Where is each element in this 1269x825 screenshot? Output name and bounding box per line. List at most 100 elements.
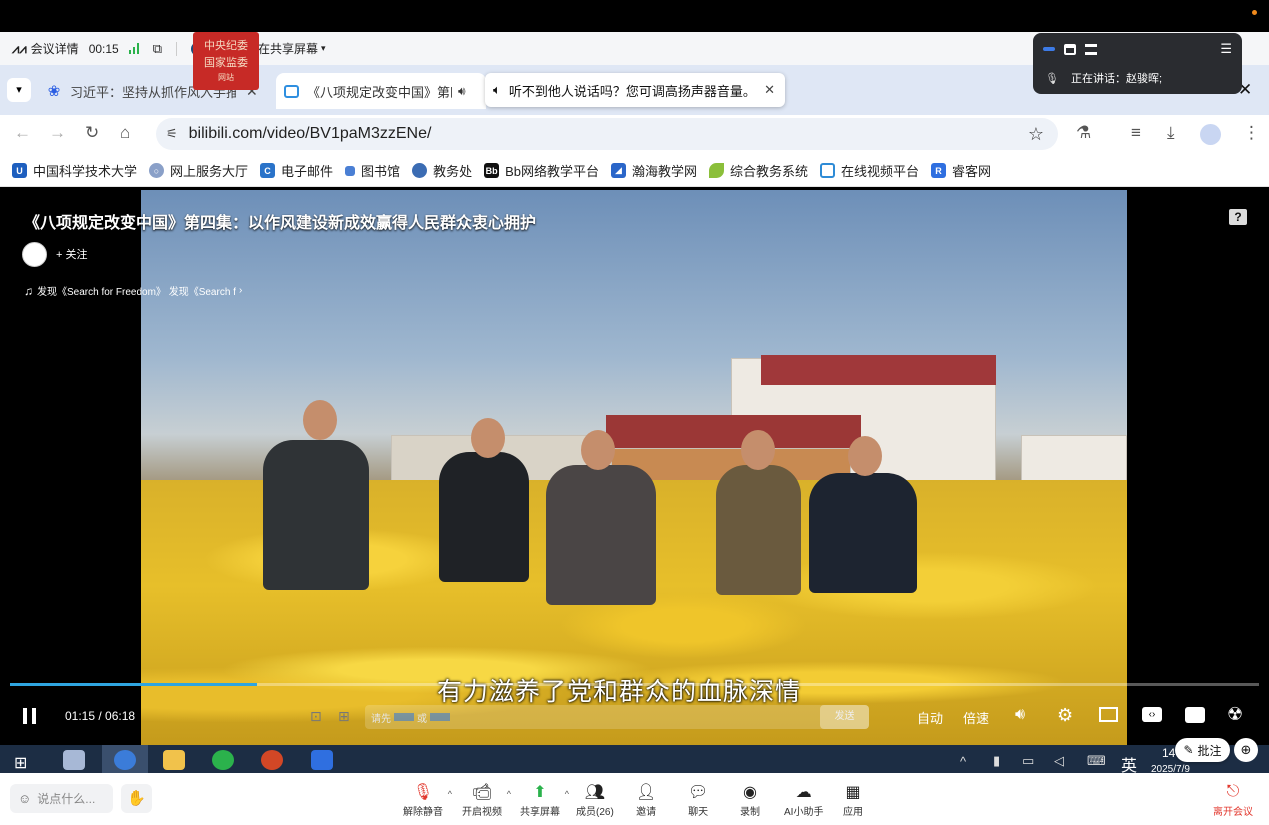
pause-icon[interactable] (23, 708, 27, 724)
email-c-icon: C (260, 163, 276, 178)
bookmark-academic-office[interactable]: 教务处 (412, 161, 472, 180)
web-fullscreen-icon[interactable] (1185, 707, 1205, 723)
bookmark-academic-system[interactable]: 综合教务系统 (709, 161, 808, 180)
bookmark-video-platform[interactable]: 在线视频平台 (820, 161, 919, 180)
person-head (848, 436, 882, 476)
profile-avatar-icon[interactable] (1200, 124, 1221, 145)
powerpoint-app-icon[interactable] (261, 750, 283, 770)
members-button[interactable]: 👥︎ 成员(26) (576, 783, 614, 818)
mic-muted-icon: 🎙︎ (412, 784, 434, 801)
chevron-up-icon[interactable]: ^ (448, 789, 452, 799)
bookmark-ustc[interactable]: U 中国科学技术大学 (12, 161, 137, 180)
tray-keyboard-icon[interactable]: ⌨ (1087, 753, 1106, 769)
speaker-icon[interactable]: 🔊︎ (458, 84, 466, 99)
widescreen-icon[interactable]: ‹› (1142, 707, 1162, 722)
leave-meeting-button[interactable]: ⎋ 离开会议 (1213, 783, 1253, 818)
tray-volume-icon[interactable]: ◁ (1054, 753, 1064, 769)
bookmark-hanhai[interactable]: ◢ 瀚海教学网 (610, 161, 697, 180)
picture-in-picture-icon[interactable] (1099, 707, 1118, 722)
tray-network-icon[interactable]: ▭ (1022, 753, 1034, 769)
apps-button[interactable]: ▦ 应用 (843, 783, 863, 818)
chevron-down-icon[interactable]: ▾ (321, 43, 326, 54)
window-layout-icon[interactable] (1064, 43, 1076, 55)
baidu-paw-icon: ❀ (47, 83, 61, 100)
meeting-app-icon[interactable] (311, 750, 333, 770)
omnibox[interactable]: ⚟ bilibili.com/video/BV1paM3zzENe/ ☆ (156, 118, 1058, 150)
login-link[interactable] (394, 713, 414, 721)
say-something-input[interactable]: ☺ 说点什么... (10, 784, 113, 813)
annotate-button[interactable]: ✎ 批注 (1175, 738, 1230, 762)
folder-app-icon[interactable] (163, 750, 185, 770)
back-arrow-icon[interactable]: ← (14, 123, 31, 143)
chat-button[interactable]: 💬︎ 聊天 (688, 783, 708, 818)
danmaku-settings-icon[interactable]: ⊞ (338, 708, 350, 725)
help-icon[interactable]: ? (1229, 209, 1247, 225)
video-player[interactable] (0, 190, 1269, 745)
list-layout-icon[interactable] (1085, 43, 1097, 55)
uploader-avatar[interactable] (22, 242, 47, 267)
chevron-up-icon[interactable]: ^ (507, 789, 511, 799)
bookmark-blackboard[interactable]: Bb Bb网络教学平台 (484, 161, 599, 180)
raise-hand-icon[interactable]: ✋ (121, 784, 152, 813)
bookmark-library[interactable]: 图书馆 (345, 161, 400, 180)
signal-strength-icon (128, 43, 139, 54)
camera-off-icon: 📹︎ (471, 784, 493, 801)
bookmark-service-hall[interactable]: ○ 网上服务大厅 (149, 161, 248, 180)
reload-icon[interactable]: ↻ (85, 123, 99, 143)
unmute-button[interactable]: 🎙︎ 解除静音 ^ (403, 783, 452, 818)
clock-time[interactable]: 14 (1162, 746, 1175, 760)
bookmark-ruike[interactable]: R 睿客网 (931, 161, 991, 180)
pause-icon[interactable] (32, 708, 36, 724)
chevron-up-icon[interactable]: ^ (565, 789, 569, 799)
labs-flask-icon[interactable]: ⚗ (1076, 123, 1091, 143)
start-video-button[interactable]: 📹︎ 开启视频 ^ (462, 783, 511, 818)
building-roof (761, 355, 996, 385)
chrome-app-icon[interactable] (114, 750, 136, 770)
tray-mic-icon[interactable]: ▮ (993, 753, 1000, 769)
volume-icon[interactable]: 🔊︎ (1015, 706, 1025, 724)
download-icon[interactable]: ⤓ (1167, 123, 1175, 143)
url-text[interactable]: bilibili.com/video/BV1paM3zzENe/ (189, 125, 432, 143)
more-menu-icon[interactable]: ⋮ (1243, 123, 1260, 143)
playback-speed-button[interactable]: 倍速 (963, 708, 989, 727)
service-hall-icon: ○ (149, 163, 165, 178)
emoji-icon[interactable]: ☺ (18, 791, 31, 806)
bookmark-star-icon[interactable]: ☆ (1028, 124, 1044, 145)
register-link[interactable] (430, 713, 450, 721)
meeting-details-button[interactable]: ⩘⩘ 会议详情 (12, 40, 79, 57)
media-queue-icon[interactable]: ≡ (1131, 123, 1141, 143)
ai-assistant-button[interactable]: ☁ AI小助手 (784, 783, 823, 818)
tray-chevron-up-icon[interactable]: ^ (960, 754, 966, 769)
invite-button[interactable]: 👤︎ 邀请 (636, 783, 656, 818)
send-danmaku-button[interactable]: 发送 (820, 705, 869, 729)
record-button[interactable]: ◉ 录制 (740, 783, 760, 818)
quality-auto-button[interactable]: 自动 (917, 708, 943, 727)
bookmark-label: 在线视频平台 (841, 164, 920, 179)
danmaku-toggle-icon[interactable]: ⊡ (310, 708, 322, 725)
pop-out-icon[interactable]: ⧉ (153, 41, 162, 57)
file-manager-app-icon[interactable] (63, 750, 85, 770)
home-icon[interactable]: ⌂ (120, 123, 130, 143)
collapse-panel-icon[interactable]: ☰ (1220, 41, 1232, 57)
share-screen-button[interactable]: ⬆ 共享屏幕 ^ (520, 783, 569, 818)
tab-list-button[interactable]: ▾ (7, 78, 31, 102)
fullscreen-icon[interactable]: ☢ (1227, 704, 1243, 725)
library-icon (345, 165, 356, 176)
danmaku-input[interactable]: 请先 或 (365, 705, 869, 729)
close-icon[interactable]: ✕ (764, 82, 775, 98)
forward-arrow-icon[interactable]: → (49, 123, 66, 143)
site-info-icon[interactable]: ⚟ (166, 126, 178, 142)
wechat-app-icon[interactable] (212, 750, 234, 770)
bookmark-email[interactable]: C 电子邮件 (260, 161, 333, 180)
tab-bilibili[interactable]: 《八项规定改变中国》第四 🔊︎ (276, 73, 486, 109)
meeting-details-label: 会议详情 (30, 42, 79, 56)
settings-gear-icon[interactable]: ⚙ (1057, 705, 1073, 726)
windows-start-icon[interactable]: ⊞ (14, 753, 27, 773)
bar-divider (176, 41, 178, 56)
progress-fill (10, 683, 258, 686)
music-link[interactable]: ♫ 发现《Search for Freedom》 发现《Search f › (24, 283, 242, 299)
zoom-in-icon[interactable]: ⊕ (1234, 738, 1258, 762)
follow-button[interactable]: + 关注 (56, 246, 87, 262)
minimize-icon[interactable] (1043, 47, 1055, 51)
bookmarks-bar: U 中国科学技术大学 ○ 网上服务大厅 C 电子邮件 图书馆 教务处 Bb Bb网络教学… (0, 155, 1269, 187)
